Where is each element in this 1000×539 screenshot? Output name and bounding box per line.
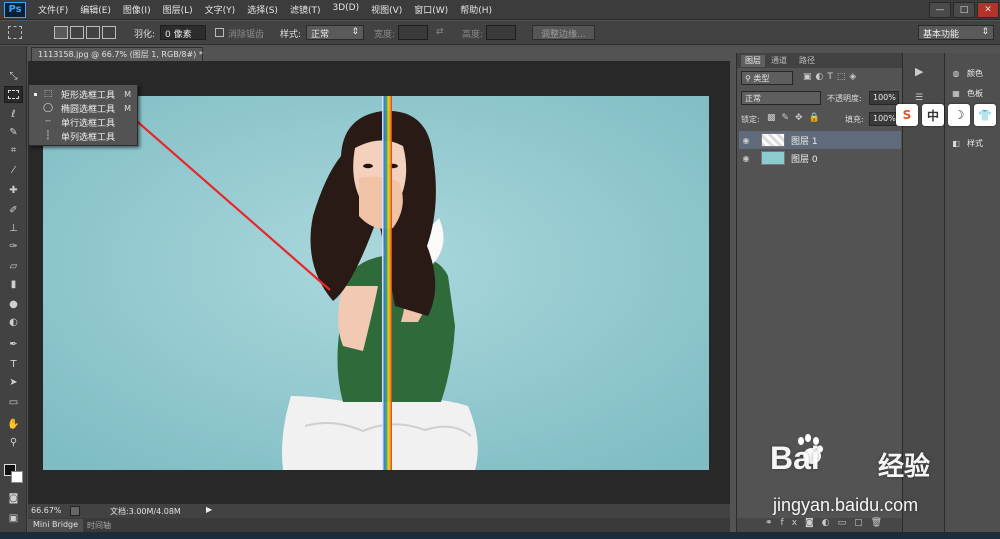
layer-row-0[interactable]: ◉ 图层 0 [739,149,901,167]
panel-swatches[interactable]: ▦ 色板 [949,85,1000,101]
status-info-icon[interactable] [70,506,80,516]
watermark-url: jingyan.baidu.com [773,495,919,515]
lock-label: 锁定: [741,115,760,124]
fill-input[interactable]: 100% [869,112,899,126]
filter-icons[interactable]: ▣◐T⬚◈ [803,72,860,82]
panel-color[interactable]: ◍ 颜色 [949,65,1000,81]
layer-thumbnail [761,133,785,147]
panel-label: 样式 [967,138,983,148]
eye-icon[interactable]: ◉ [739,154,753,163]
palette-icon: ◍ [952,68,960,78]
shortcut-key: M [124,89,131,99]
play-icon[interactable]: ▶ [915,65,923,78]
watermark-brand-cn: 经验 [878,451,931,481]
sogou-logo-icon[interactable]: S [896,104,918,126]
layers-footer-icons[interactable]: ⚭fx◙◐▭▢🗑 [737,518,903,533]
single-row-marquee-icon: ┄ [45,117,51,127]
watermark-brand: Bai [770,440,820,476]
opacity-label: 不透明度: [827,94,862,103]
opacity-input[interactable]: 100% [869,91,899,105]
flyout-item-label: 椭圆选框工具 [61,104,116,115]
layer-name: 图层 1 [791,136,818,147]
flyout-item-label: 单列选框工具 [61,132,116,143]
fill-label: 填充: [845,115,864,124]
layer-name: 图层 0 [791,154,818,165]
bottom-panel-tabs: Mini Bridge 时间轴 [28,518,730,532]
shortcut-key: M [124,103,131,113]
selected-tool-indicator [34,92,37,96]
status-menu-arrow-icon[interactable]: ▶ [206,505,212,514]
document-size: 文档:3.00M/4.08M [110,507,181,516]
tab-paths[interactable]: 路径 [795,55,819,67]
tab-timeline[interactable]: 时间轴 [82,519,116,532]
flyout-item-ellipse-marquee[interactable]: ◯ 椭圆选框工具 M [31,101,137,115]
tab-channels[interactable]: 通道 [767,55,791,67]
blend-mode-value: 正常 [745,94,761,103]
flyout-item-rect-marquee[interactable]: ⬚ 矩形选框工具 M [31,87,137,101]
panel-styles[interactable]: ◧ 样式 [949,135,1000,151]
os-taskbar [0,532,1000,539]
panel-label: 颜色 [967,68,983,78]
flyout-item-label: 矩形选框工具 [61,90,116,101]
ellipse-marquee-icon: ◯ [42,103,54,113]
kind-filter-value: 类型 [753,74,770,83]
single-column-marquee-icon: ┆ [45,131,51,141]
blend-mode-select[interactable]: 正常 [741,91,821,105]
marquee-tools-flyout: ⬚ 矩形选框工具 M ◯ 椭圆选框工具 M ┄ 单行选框工具 ┆ 单列选框工具 [28,84,138,146]
eye-icon[interactable]: ◉ [739,136,753,145]
layer-row-1[interactable]: ◉ 图层 1 [739,131,901,149]
lock-icons[interactable]: ▩✎✥🔒 [767,113,826,123]
properties-icon[interactable]: ☰ [915,93,923,103]
ime-chinese-mode[interactable]: 中 [922,104,944,126]
swatches-icon: ▦ [952,88,960,98]
layer-kind-filter[interactable]: ⚲ 类型 [741,71,793,85]
zoom-level[interactable]: 66.67% [31,506,62,515]
moon-icon[interactable]: ☽ [948,104,970,126]
tab-mini-bridge[interactable]: Mini Bridge [28,519,84,532]
layer-thumbnail [761,151,785,165]
rect-marquee-icon: ⬚ [43,89,53,99]
flyout-item-single-column-marquee[interactable]: ┆ 单列选框工具 [31,129,137,143]
panel-label: 色板 [967,88,983,98]
styles-icon: ◧ [952,138,960,148]
flyout-item-label: 单行选框工具 [61,118,116,129]
status-bar: 66.67% 文档:3.00M/4.08M ▶ [28,503,730,518]
flyout-item-single-row-marquee[interactable]: ┄ 单行选框工具 [31,115,137,129]
layers-panel-tabbar: 图层 通道 路径 [737,53,903,68]
shirt-icon[interactable]: 👕 [974,104,996,126]
tab-layers[interactable]: 图层 [741,55,765,67]
